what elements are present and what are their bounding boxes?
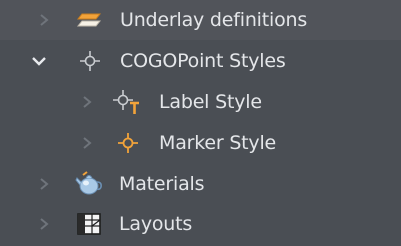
tree-item-cogopoint-styles[interactable]: COGOPoint Styles (0, 41, 401, 81)
tree-item-label: COGOPoint Styles (120, 50, 286, 72)
tree-item-label: Underlay definitions (120, 9, 308, 31)
tree-item-label: Layouts (119, 213, 193, 235)
tree-item-layouts[interactable]: Layouts (0, 204, 401, 244)
crosshair-point-icon (76, 48, 104, 74)
chevron-right-icon[interactable] (34, 10, 54, 30)
chevron-right-icon[interactable] (34, 174, 54, 194)
tree-item-label: Label Style (159, 91, 262, 113)
chevron-right-icon[interactable] (77, 133, 97, 153)
point-label-style-icon (112, 89, 140, 115)
layouts-grid-icon (75, 211, 103, 237)
point-marker-style-icon (114, 130, 142, 156)
tree-item-label: Materials (119, 173, 205, 195)
tree-item-underlay-definitions[interactable]: Underlay definitions (0, 0, 401, 40)
object-tree-panel: Underlay definitions COGOPoint Styles La… (0, 0, 401, 246)
tree-item-label: Marker Style (159, 132, 277, 154)
underlay-layers-icon (75, 7, 103, 33)
chevron-down-icon[interactable] (29, 51, 49, 71)
tree-item-marker-style[interactable]: Marker Style (0, 123, 401, 163)
chevron-right-icon[interactable] (34, 214, 54, 234)
materials-teapot-icon (75, 171, 103, 197)
chevron-right-icon[interactable] (77, 92, 97, 112)
tree-item-materials[interactable]: Materials (0, 164, 401, 204)
tree-item-label-style[interactable]: Label Style (0, 82, 401, 122)
